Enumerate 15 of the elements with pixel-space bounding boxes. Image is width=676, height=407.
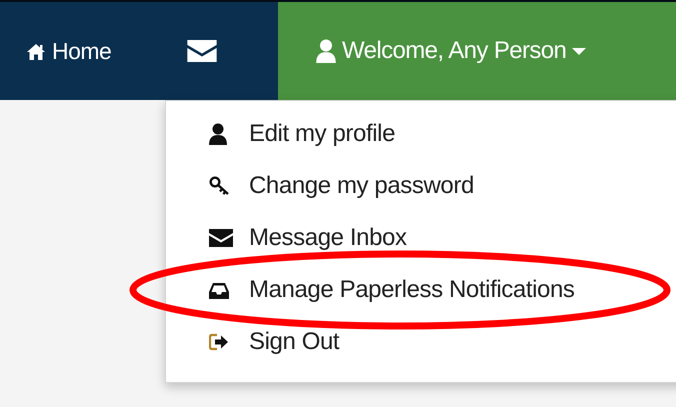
menu-item[interactable]: Change my password bbox=[166, 160, 676, 212]
inbox-icon bbox=[209, 282, 229, 298]
menu-item[interactable]: Message Inbox bbox=[166, 212, 676, 264]
menu-item[interactable]: Edit my profile bbox=[166, 108, 676, 160]
envelope-icon bbox=[209, 229, 233, 247]
user-icon bbox=[316, 39, 336, 63]
menu-item[interactable]: Manage Paperless Notifications bbox=[166, 264, 676, 316]
envelope-icon bbox=[187, 40, 218, 62]
home-link[interactable]: Home bbox=[0, 32, 112, 70]
home-icon bbox=[26, 42, 46, 60]
sign-out-icon bbox=[209, 333, 229, 351]
user-icon bbox=[209, 123, 227, 145]
key-icon bbox=[209, 176, 229, 196]
caret-icon bbox=[572, 48, 586, 56]
menu-item[interactable]: Sign Out bbox=[166, 316, 676, 368]
